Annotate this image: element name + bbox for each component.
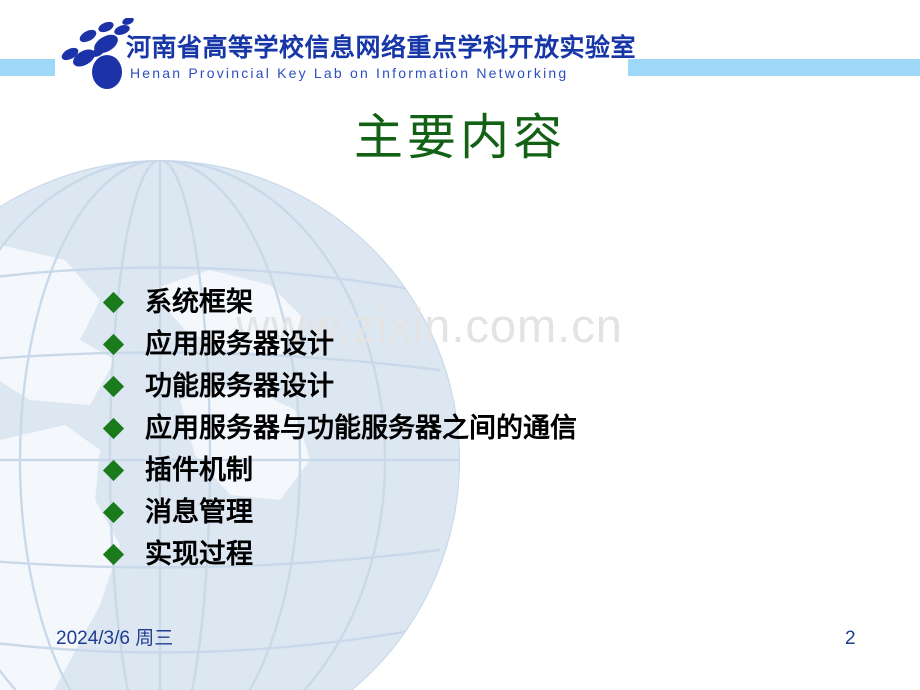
list-item-label: 应用服务器设计 bbox=[145, 328, 334, 359]
header-rule-right bbox=[628, 59, 920, 76]
slide-canvas: 河南省高等学校信息网络重点学科开放实验室 Henan Provincial Ke… bbox=[0, 0, 920, 690]
list-item-label: 插件机制 bbox=[145, 454, 253, 485]
diamond-bullet-icon bbox=[102, 501, 125, 523]
footer-page-number: 2 bbox=[845, 628, 856, 649]
content-bullet-list: 系统框架 应用服务器设计 功能服务器设计 应用服务器与功能服务器之间的通信 插件… bbox=[102, 281, 577, 575]
footer-date: 2024/3/6 周三 bbox=[56, 628, 174, 649]
org-name-en: Henan Provincial Key Lab on Information … bbox=[130, 65, 569, 81]
list-item-label: 消息管理 bbox=[145, 496, 253, 527]
list-item-label: 应用服务器与功能服务器之间的通信 bbox=[145, 412, 577, 443]
list-item-label: 系统框架 bbox=[145, 286, 253, 317]
diamond-bullet-icon bbox=[102, 417, 125, 439]
diamond-bullet-icon bbox=[102, 459, 125, 481]
list-item-label: 实现过程 bbox=[145, 538, 253, 569]
list-item: 系统框架 bbox=[102, 281, 577, 323]
diamond-bullet-icon bbox=[102, 333, 125, 355]
list-item: 应用服务器与功能服务器之间的通信 bbox=[102, 407, 577, 449]
page-title-text: 主要内容 bbox=[353, 111, 566, 165]
list-item: 实现过程 bbox=[102, 533, 577, 575]
list-item-label: 功能服务器设计 bbox=[145, 370, 334, 401]
page-title: 主要内容 bbox=[0, 111, 920, 166]
org-name-cn: 河南省高等学校信息网络重点学科开放实验室 bbox=[126, 34, 637, 62]
list-item: 应用服务器设计 bbox=[102, 323, 577, 365]
slide-header: 河南省高等学校信息网络重点学科开放实验室 Henan Provincial Ke… bbox=[0, 0, 920, 100]
header-rule-left bbox=[0, 59, 55, 76]
diamond-bullet-icon bbox=[102, 291, 125, 313]
list-item: 插件机制 bbox=[102, 449, 577, 491]
lab-logo-icon bbox=[60, 18, 136, 94]
list-item: 功能服务器设计 bbox=[102, 365, 577, 407]
diamond-bullet-icon bbox=[102, 375, 125, 397]
list-item: 消息管理 bbox=[102, 491, 577, 533]
diamond-bullet-icon bbox=[102, 543, 125, 565]
